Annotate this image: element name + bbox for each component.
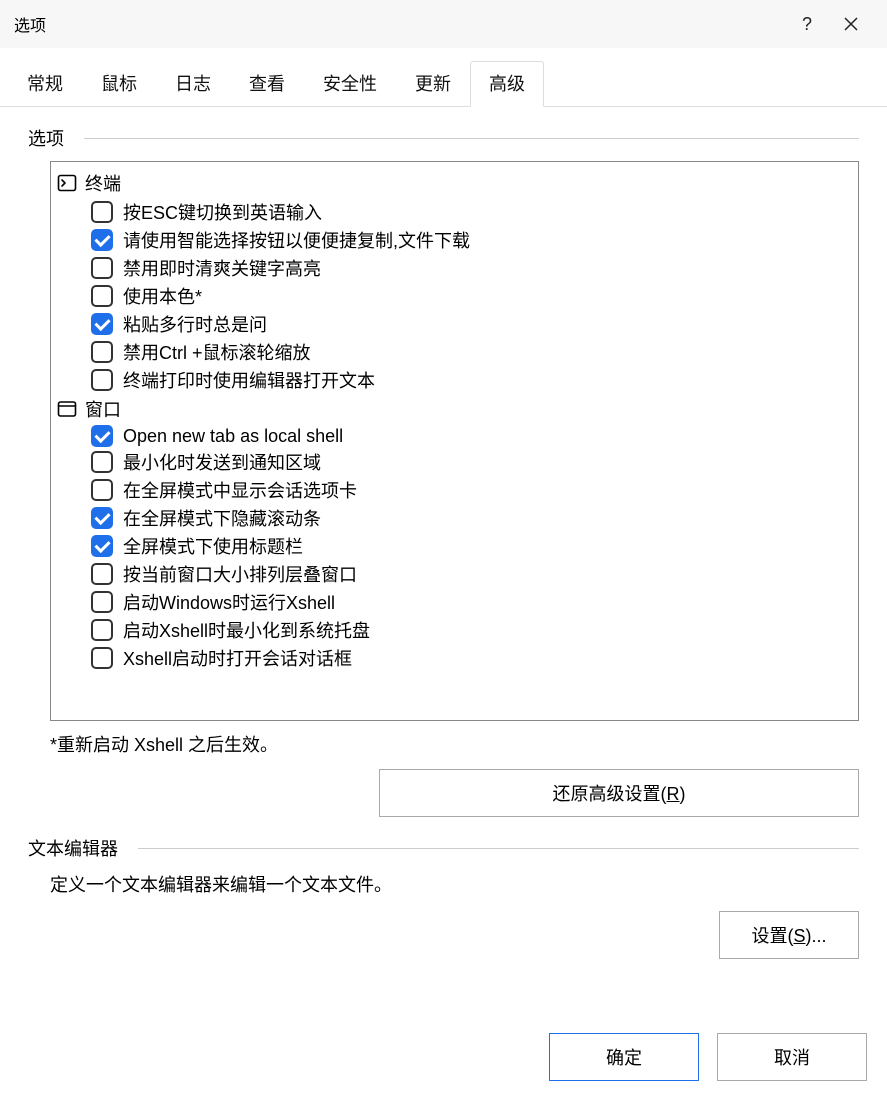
- tab-6[interactable]: 高级: [470, 61, 544, 107]
- checkbox[interactable]: [91, 229, 113, 251]
- tree-item[interactable]: Open new tab as local shell: [91, 424, 854, 448]
- tab-3[interactable]: 查看: [230, 61, 304, 107]
- tree-item-label: 按ESC键切换到英语输入: [123, 199, 322, 225]
- tab-4[interactable]: 安全性: [304, 61, 396, 107]
- editor-section-label: 文本编辑器: [28, 835, 118, 861]
- tree-item-label: 禁用即时清爽关键字高亮: [123, 255, 321, 281]
- tree-item-label: 粘贴多行时总是问: [123, 311, 267, 337]
- close-button[interactable]: [829, 4, 873, 44]
- checkbox[interactable]: [91, 647, 113, 669]
- tree-item[interactable]: 禁用即时清爽关键字高亮: [91, 254, 854, 282]
- checkbox[interactable]: [91, 369, 113, 391]
- tree-item[interactable]: 按ESC键切换到英语输入: [91, 198, 854, 226]
- checkbox[interactable]: [91, 563, 113, 585]
- tree-item-label: Open new tab as local shell: [123, 426, 343, 447]
- tree-item[interactable]: 最小化时发送到通知区域: [91, 448, 854, 476]
- ok-button[interactable]: 确定: [549, 1033, 699, 1081]
- terminal-icon: [57, 173, 77, 193]
- checkbox[interactable]: [91, 591, 113, 613]
- divider: [138, 848, 859, 849]
- tree-item[interactable]: 禁用Ctrl +鼠标滚轮缩放: [91, 338, 854, 366]
- tree-group-header[interactable]: 终端: [57, 168, 854, 198]
- checkbox[interactable]: [91, 201, 113, 223]
- tree-item-label: 全屏模式下使用标题栏: [123, 533, 303, 559]
- cancel-button[interactable]: 取消: [717, 1033, 867, 1081]
- tree-item[interactable]: 启动Xshell时最小化到系统托盘: [91, 616, 854, 644]
- tree-group-header[interactable]: 窗口: [57, 394, 854, 424]
- tree-item-label: 终端打印时使用编辑器打开文本: [123, 367, 375, 393]
- checkbox[interactable]: [91, 257, 113, 279]
- tree-item-label: 启动Windows时运行Xshell: [123, 589, 335, 615]
- tree-item[interactable]: 按当前窗口大小排列层叠窗口: [91, 560, 854, 588]
- checkbox[interactable]: [91, 285, 113, 307]
- close-icon: [844, 17, 858, 31]
- tree-item-label: 按当前窗口大小排列层叠窗口: [123, 561, 357, 587]
- restart-note: *重新启动 Xshell 之后生效。: [50, 731, 859, 757]
- tree-group-label: 终端: [85, 170, 121, 196]
- tree-item[interactable]: 终端打印时使用编辑器打开文本: [91, 366, 854, 394]
- tree-item[interactable]: 全屏模式下使用标题栏: [91, 532, 854, 560]
- tree-item[interactable]: 请使用智能选择按钮以便便捷复制,文件下载: [91, 226, 854, 254]
- checkbox[interactable]: [91, 341, 113, 363]
- editor-settings-button[interactable]: 设置(S)...: [719, 911, 859, 959]
- checkbox[interactable]: [91, 619, 113, 641]
- tree-item[interactable]: 在全屏模式中显示会话选项卡: [91, 476, 854, 504]
- help-button[interactable]: ?: [785, 4, 829, 44]
- checkbox[interactable]: [91, 507, 113, 529]
- dialog-footer: 确定 取消: [549, 1033, 867, 1081]
- tree-item[interactable]: Xshell启动时打开会话对话框: [91, 644, 854, 672]
- checkbox[interactable]: [91, 313, 113, 335]
- window-icon: [57, 399, 77, 419]
- window-title: 选项: [14, 12, 785, 36]
- tree-item[interactable]: 粘贴多行时总是问: [91, 310, 854, 338]
- tree-item-label: 最小化时发送到通知区域: [123, 449, 321, 475]
- tree-item-label: 在全屏模式下隐藏滚动条: [123, 505, 321, 531]
- checkbox[interactable]: [91, 535, 113, 557]
- tree-item[interactable]: 在全屏模式下隐藏滚动条: [91, 504, 854, 532]
- tab-bar: 常规鼠标日志查看安全性更新高级: [0, 48, 887, 107]
- tab-5[interactable]: 更新: [396, 61, 470, 107]
- tab-0[interactable]: 常规: [8, 61, 82, 107]
- tree-item-label: 在全屏模式中显示会话选项卡: [123, 477, 357, 503]
- checkbox[interactable]: [91, 425, 113, 447]
- tree-item-label: 请使用智能选择按钮以便便捷复制,文件下载: [123, 227, 470, 253]
- options-section-label: 选项: [28, 125, 64, 151]
- tree-group-label: 窗口: [85, 396, 121, 422]
- tree-item-label: 禁用Ctrl +鼠标滚轮缩放: [123, 339, 311, 365]
- tab-1[interactable]: 鼠标: [82, 61, 156, 107]
- tree-item[interactable]: 使用本色*: [91, 282, 854, 310]
- tree-item[interactable]: 启动Windows时运行Xshell: [91, 588, 854, 616]
- tree-item-label: 使用本色*: [123, 283, 202, 309]
- titlebar: 选项 ?: [0, 0, 887, 48]
- divider: [84, 138, 859, 139]
- tree-item-label: 启动Xshell时最小化到系统托盘: [123, 617, 370, 643]
- tree-item-label: Xshell启动时打开会话对话框: [123, 645, 352, 671]
- restore-advanced-button[interactable]: 还原高级设置(R): [379, 769, 859, 817]
- checkbox[interactable]: [91, 451, 113, 473]
- editor-description: 定义一个文本编辑器来编辑一个文本文件。: [50, 871, 859, 897]
- tab-content: 选项 终端按ESC键切换到英语输入请使用智能选择按钮以便便捷复制,文件下载禁用即…: [0, 107, 887, 989]
- checkbox[interactable]: [91, 479, 113, 501]
- tab-2[interactable]: 日志: [156, 61, 230, 107]
- options-tree[interactable]: 终端按ESC键切换到英语输入请使用智能选择按钮以便便捷复制,文件下载禁用即时清爽…: [50, 161, 859, 721]
